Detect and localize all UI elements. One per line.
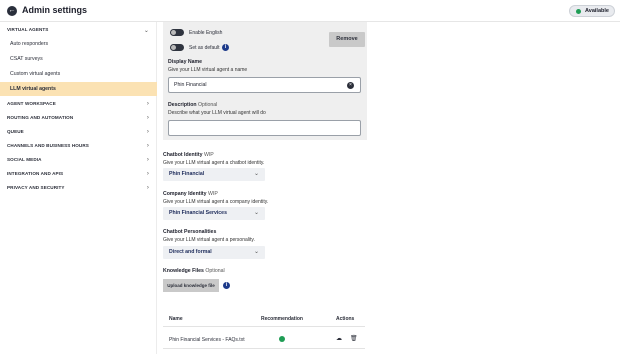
main-content: Enable English Set as default i Remove D… [157, 22, 620, 354]
table-header-name: Name [169, 316, 183, 322]
company-identity-value: Phin Financial Services [169, 210, 227, 216]
sidebar-section-label: VIRTUAL AGENTS [7, 27, 49, 32]
description-optional: Optional [198, 102, 218, 108]
sidebar-section-label: AGENT WORKSPACE [7, 101, 56, 106]
page-title: Admin settings [22, 5, 88, 15]
sidebar-item-csat-surveys[interactable]: CSAT surveys [0, 52, 157, 66]
toggle-knob [171, 30, 176, 35]
chevron-right-icon: › [146, 129, 149, 135]
remove-button[interactable]: Remove [329, 32, 365, 47]
status-badge[interactable]: Available [569, 5, 615, 17]
sidebar-section-routing-automation[interactable]: ROUTING AND AUTOMATION › [0, 115, 157, 121]
chatbot-identity-value: Phin Financial [169, 171, 205, 177]
sidebar-item-llm-virtual-agents[interactable]: LLM virtual agents [0, 82, 157, 96]
sidebar-section-queue[interactable]: QUEUE › [0, 129, 157, 135]
check-circle-icon [279, 336, 285, 342]
toggle-knob [171, 45, 176, 50]
table-cell-file-name: Phin Financial Services - FAQs.txt [169, 337, 245, 343]
table-header-actions: Actions [336, 316, 355, 322]
display-name-input[interactable]: Phin Financial × [168, 77, 361, 93]
company-identity-select[interactable]: Phin Financial Services ⌄ [163, 207, 265, 220]
sidebar: VIRTUAL AGENTS ⌄ Auto responders CSAT su… [0, 22, 157, 354]
company-identity-label: Company Identity WIP [163, 191, 218, 197]
table-header-recommendation: Recommendation [261, 316, 303, 322]
chevron-down-icon: ⌄ [253, 249, 259, 255]
knowledge-files-label-text: Knowledge Files [163, 268, 204, 274]
company-identity-label-text: Company Identity [163, 191, 207, 197]
sidebar-item-auto-responders[interactable]: Auto responders [0, 37, 157, 51]
company-identity-help: Give your LLM virtual agent a company id… [163, 199, 269, 205]
sidebar-section-social-media[interactable]: SOCIAL MEDIA › [0, 157, 157, 163]
personalities-help: Give your LLM virtual agent a personalit… [163, 237, 255, 243]
description-input[interactable] [168, 120, 361, 136]
knowledge-files-label: Knowledge Files Optional [163, 268, 225, 274]
status-label: Available [585, 8, 609, 14]
sidebar-section-label: QUEUE [7, 129, 24, 134]
chevron-right-icon: › [146, 185, 149, 191]
chevron-down-icon: ⌄ [253, 210, 259, 216]
personalities-value: Direct and formal [169, 249, 212, 255]
set-default-toggle[interactable] [170, 44, 184, 51]
sidebar-section-label: ROUTING AND AUTOMATION [7, 115, 74, 120]
sidebar-section-agent-workspace[interactable]: AGENT WORKSPACE › [0, 101, 157, 107]
chevron-right-icon: › [146, 101, 149, 107]
display-name-value: Phin Financial [174, 82, 207, 88]
clear-icon[interactable]: × [347, 82, 354, 89]
upload-knowledge-file-button[interactable]: Upload knowledge file [163, 279, 219, 292]
sidebar-section-label: SOCIAL MEDIA [7, 157, 42, 162]
sidebar-section-channels[interactable]: CHANNELS AND BUSINESS HOURS › [0, 143, 157, 149]
sidebar-section-integration[interactable]: INTEGRATION AND APIS › [0, 171, 157, 177]
chatbot-identity-label: Chatbot Identity WIP [163, 152, 214, 158]
chatbot-identity-select[interactable]: Phin Financial ⌄ [163, 168, 265, 181]
company-identity-wip: WIP [207, 191, 218, 197]
chatbot-identity-wip: WIP [203, 152, 214, 158]
knowledge-files-optional: Optional [205, 268, 225, 274]
chevron-right-icon: › [146, 171, 149, 177]
chevron-right-icon: › [146, 157, 149, 163]
table-divider [163, 326, 365, 327]
sidebar-item-custom-virtual-agents[interactable]: Custom virtual agents [0, 67, 157, 81]
agent-language-card: Enable English Set as default i Remove D… [163, 22, 367, 140]
sidebar-section-virtual-agents[interactable]: VIRTUAL AGENTS ⌄ [0, 27, 157, 34]
info-icon[interactable]: i [223, 282, 230, 289]
info-icon[interactable]: i [222, 44, 229, 51]
chevron-right-icon: › [146, 143, 149, 149]
set-default-label: Set as default [189, 45, 220, 51]
status-dot-icon [576, 9, 581, 14]
chatbot-identity-help: Give your LLM virtual agent a chatbot id… [163, 160, 265, 166]
table-divider [163, 348, 365, 349]
personalities-select[interactable]: Direct and formal ⌄ [163, 246, 265, 259]
chevron-down-icon: ⌄ [143, 28, 149, 34]
chatbot-identity-label-text: Chatbot Identity [163, 152, 203, 158]
personalities-label: Chatbot Personalities [163, 229, 217, 235]
display-name-help: Give your LLM virtual agent a name [168, 67, 248, 73]
back-arrow-icon[interactable]: ← [7, 6, 17, 16]
description-label: Description Optional [168, 102, 217, 108]
display-name-label: Display Name [168, 59, 203, 65]
sidebar-section-label: CHANNELS AND BUSINESS HOURS [7, 143, 89, 148]
description-help: Describe what your LLM virtual agent wil… [168, 110, 266, 116]
download-cloud-icon[interactable]: ☁ [336, 335, 342, 342]
chevron-right-icon: › [146, 115, 149, 121]
sidebar-section-label: PRIVACY AND SECURITY [7, 185, 65, 190]
trash-icon[interactable]: 🗑 [350, 335, 358, 342]
enable-english-toggle[interactable] [170, 29, 184, 36]
sidebar-section-privacy[interactable]: PRIVACY AND SECURITY › [0, 185, 157, 191]
top-bar: ← Admin settings Available [0, 0, 620, 22]
chevron-down-icon: ⌄ [253, 171, 259, 177]
description-label-text: Description [168, 102, 197, 108]
sidebar-section-label: INTEGRATION AND APIS [7, 171, 64, 176]
enable-english-label: Enable English [189, 30, 223, 36]
